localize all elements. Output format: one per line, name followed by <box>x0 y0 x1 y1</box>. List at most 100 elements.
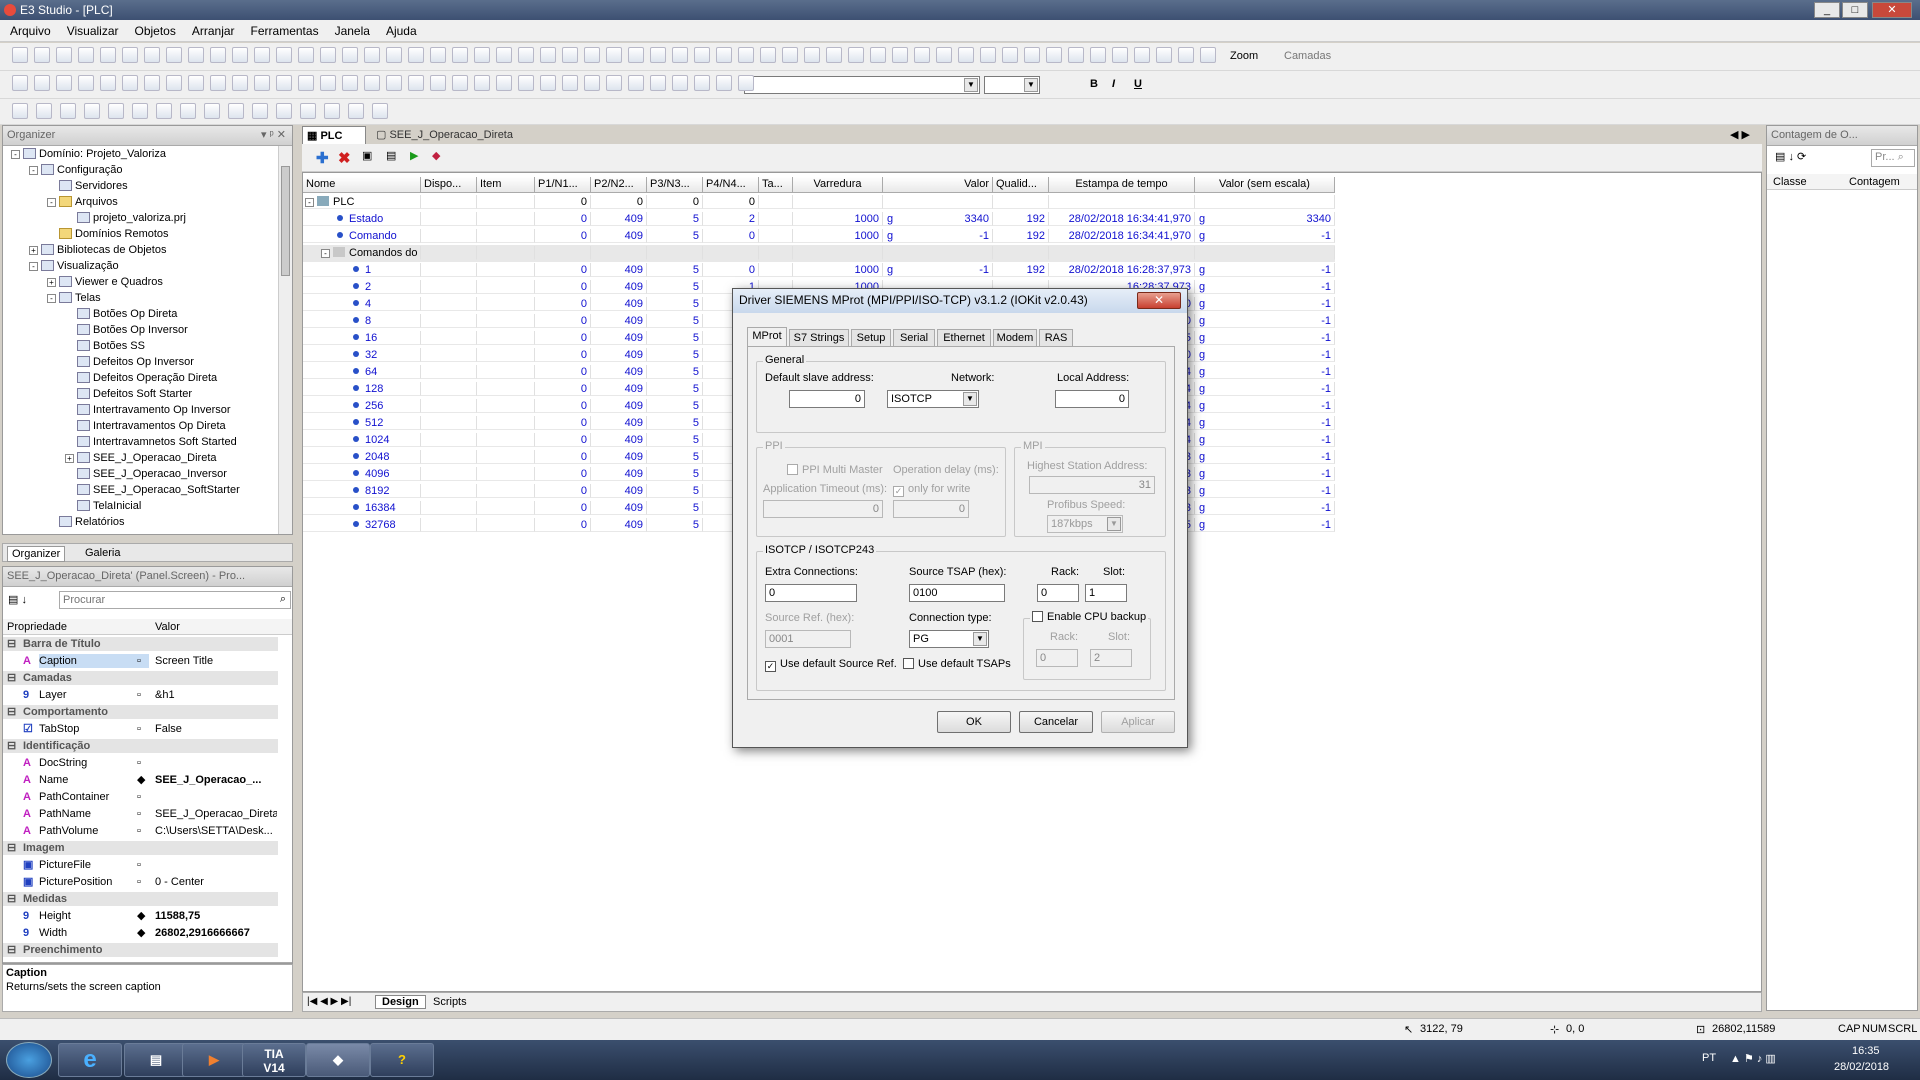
toolbar-button-icon[interactable] <box>496 75 512 91</box>
font-size-select[interactable]: ▼ <box>984 76 1040 94</box>
only-write-checkbox[interactable]: ✓ only for write <box>893 483 970 497</box>
e3-taskbar-icon[interactable]: ◆ <box>306 1043 370 1077</box>
toolbar-button-icon[interactable] <box>474 47 490 63</box>
tree-item[interactable]: SEE_J_Operacao_SoftStarter <box>65 482 240 498</box>
tree-item[interactable]: Defeitos Operação Direta <box>65 370 217 386</box>
tree-item[interactable]: TelaInicial <box>65 498 141 514</box>
toolbar-button-icon[interactable] <box>324 103 340 119</box>
grid-column-header[interactable]: Varredura <box>793 177 883 193</box>
menu-arranjar[interactable]: Arranjar <box>192 24 235 38</box>
toolbar-button-icon[interactable] <box>60 103 76 119</box>
app-timeout-input[interactable]: 0 <box>763 500 883 518</box>
toolbar-button-icon[interactable] <box>132 103 148 119</box>
toolbar-button-icon[interactable] <box>518 75 534 91</box>
add-icon[interactable]: ✚ <box>316 149 329 167</box>
property-category[interactable]: Barra de Título ⊟ <box>3 637 278 651</box>
toolbar-button-icon[interactable] <box>348 103 364 119</box>
toolbar-button-icon[interactable] <box>1156 47 1172 63</box>
property-row[interactable]: 9 Layer ▫ &h1 <box>3 688 278 702</box>
language-indicator[interactable]: PT <box>1702 1052 1716 1064</box>
toolbar-button-icon[interactable] <box>210 47 226 63</box>
apply-button[interactable]: Aplicar <box>1101 711 1175 733</box>
toolbar-button-icon[interactable] <box>716 47 732 63</box>
toolbar-button-icon[interactable] <box>364 75 380 91</box>
dialog-tab-s7-strings[interactable]: S7 Strings <box>789 329 849 347</box>
expand-toggle-icon[interactable]: - <box>47 198 56 207</box>
toolbar-button-icon[interactable] <box>342 47 358 63</box>
run-icon[interactable]: ▶ <box>410 149 418 162</box>
property-value[interactable]: 26802,2916666667 <box>155 926 277 940</box>
toolbar-button-icon[interactable] <box>300 103 316 119</box>
panel-close-icon[interactable]: ▾ ᵖ ✕ <box>261 128 286 141</box>
tab-scripts[interactable]: Scripts <box>433 996 467 1008</box>
connection-type-select[interactable]: PG ▼ <box>909 630 989 648</box>
toolbar-button-icon[interactable] <box>232 75 248 91</box>
table-row[interactable]: 1 0 409 5 0 1000 g -1 192 28/02/2018 16:28:37,973… <box>303 262 1335 279</box>
property-category[interactable]: Imagem ⊟ <box>3 841 278 855</box>
toolbar-button-icon[interactable] <box>672 47 688 63</box>
toolbar-button-icon[interactable] <box>228 103 244 119</box>
tab-see-operacao-direta[interactable]: ▢ SEE_J_Operacao_Direta <box>376 128 513 141</box>
toolbar-button-icon[interactable] <box>694 47 710 63</box>
search-icon[interactable]: ⌕ <box>1898 151 1904 163</box>
maximize-button[interactable]: □ <box>1842 2 1868 18</box>
media-taskbar-icon[interactable]: ▶ <box>182 1043 246 1077</box>
property-row[interactable]: A Name ◆ SEE_J_Operacao_... <box>3 773 278 787</box>
toolbar-button-icon[interactable] <box>606 47 622 63</box>
property-value[interactable]: &h1 <box>155 688 277 702</box>
tab-galeria[interactable]: Galeria <box>85 547 120 559</box>
driver-config-icon[interactable]: ◆ <box>432 149 440 162</box>
toolbar-button-icon[interactable] <box>650 47 666 63</box>
toolbar-button-icon[interactable] <box>254 75 270 91</box>
property-row[interactable]: A Caption ▫ Screen Title <box>3 654 278 668</box>
property-category[interactable]: Camadas ⊟ <box>3 671 278 685</box>
toolbar-button-icon[interactable] <box>320 75 336 91</box>
expand-toggle-icon[interactable]: + <box>29 246 38 255</box>
toolbar-button-icon[interactable] <box>156 103 172 119</box>
grid-column-header[interactable]: Estampa de tempo <box>1049 177 1195 193</box>
category-icon[interactable]: ▤ ↓ ⟳ <box>1775 150 1806 163</box>
grid-column-header[interactable]: P4/N4... <box>703 177 759 193</box>
toolbar-button-icon[interactable] <box>254 47 270 63</box>
toolbar-button-icon[interactable] <box>606 75 622 91</box>
toolbar-button-icon[interactable] <box>34 47 50 63</box>
tree-item[interactable]: - Visualização <box>29 258 119 274</box>
tree-item[interactable]: + Bibliotecas de Objetos <box>29 242 166 258</box>
toolbar-button-icon[interactable] <box>210 75 226 91</box>
tree-item[interactable]: - Configuração <box>29 162 122 178</box>
toolbar-button-icon[interactable] <box>232 47 248 63</box>
grid-column-header[interactable]: P2/N2... <box>591 177 647 193</box>
toolbar-button-icon[interactable] <box>628 75 644 91</box>
toolbar-button-icon[interactable] <box>122 75 138 91</box>
tray-icons[interactable]: ▲ ⚑ ♪ ▥ <box>1730 1052 1776 1065</box>
use-default-tsap-checkbox[interactable]: Use default TSAPs <box>903 658 1011 670</box>
property-category[interactable]: Identificação ⊟ <box>3 739 278 753</box>
collapse-icon[interactable]: ⊟ <box>7 705 16 719</box>
expand-toggle-icon[interactable]: + <box>47 278 56 287</box>
property-value[interactable]: False <box>155 722 277 736</box>
toolbar-button-icon[interactable] <box>34 75 50 91</box>
dialog-tab-ethernet[interactable]: Ethernet <box>937 329 991 347</box>
table-row[interactable]: Estado 0 409 5 2 1000 g 3340 192 28/02/2018 16:34… <box>303 211 1335 228</box>
toolbar-button-icon[interactable] <box>452 47 468 63</box>
tree-item[interactable]: Intertravamento Op Inversor <box>65 402 231 418</box>
collapse-icon[interactable]: ⊟ <box>7 671 16 685</box>
menu-arquivo[interactable]: Arquivo <box>10 24 51 38</box>
toolbar-button-icon[interactable] <box>56 75 72 91</box>
toolbar-button-icon[interactable] <box>276 47 292 63</box>
tree-item[interactable]: - Arquivos <box>47 194 118 210</box>
toolbar-button-icon[interactable] <box>188 75 204 91</box>
property-row[interactable]: A PathContainer ▫ <box>3 790 278 804</box>
search-icon[interactable]: ⌕ <box>280 593 286 606</box>
rack-input[interactable]: 0 <box>1037 584 1079 602</box>
help-taskbar-icon[interactable]: ? <box>370 1043 434 1077</box>
toolbar-button-icon[interactable] <box>12 47 28 63</box>
dialog-tab-mprot[interactable]: MProt <box>747 327 787 347</box>
toolbar-button-icon[interactable] <box>1134 47 1150 63</box>
expand-toggle-icon[interactable]: - <box>47 294 56 303</box>
toolbar-button-icon[interactable] <box>562 75 578 91</box>
collapse-icon[interactable]: ⊟ <box>7 943 16 957</box>
tree-item[interactable]: Botões Op Direta <box>65 306 177 322</box>
grid-column-header[interactable]: Qualid... <box>993 177 1049 193</box>
toolbar-button-icon[interactable] <box>540 47 556 63</box>
